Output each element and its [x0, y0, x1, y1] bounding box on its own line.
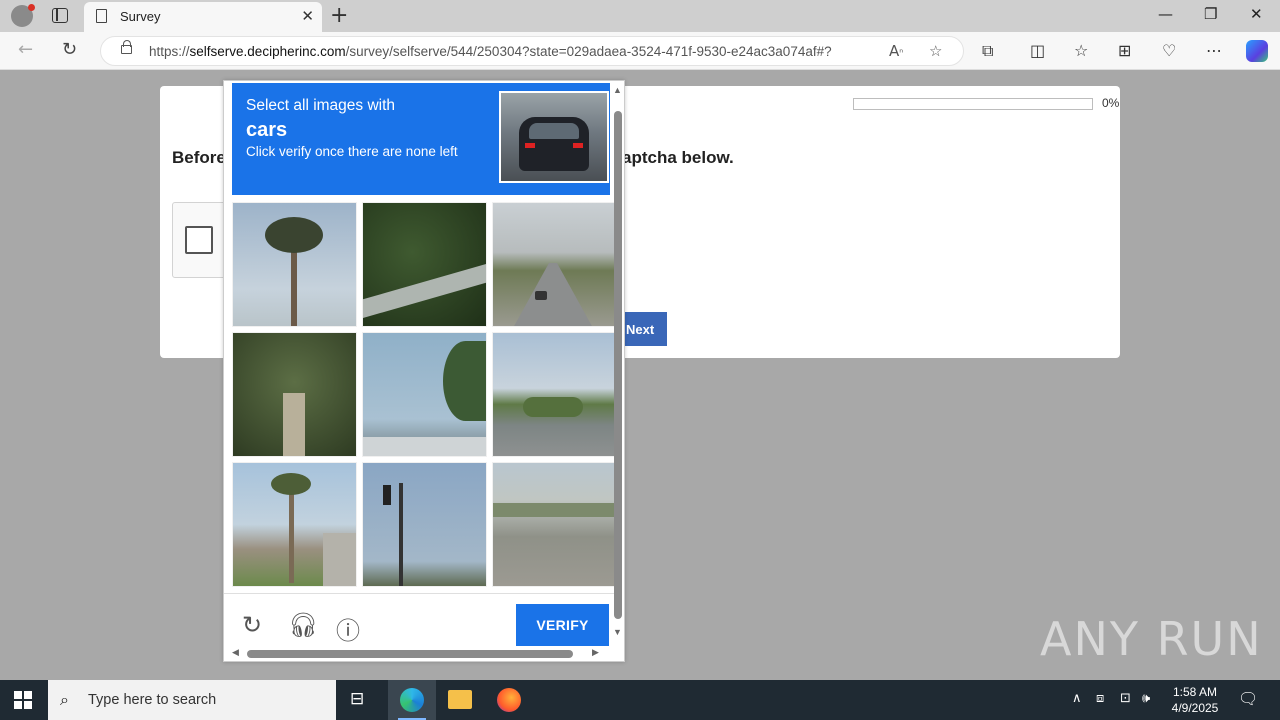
- road: [513, 263, 593, 326]
- captcha-tile[interactable]: [232, 202, 357, 327]
- captcha-target-word: cars: [246, 119, 288, 141]
- search-placeholder: Type here to search: [88, 692, 217, 708]
- vertical-scroll-thumb[interactable]: [614, 111, 622, 619]
- taskbar-search[interactable]: ⌕ Type here to search: [48, 680, 336, 720]
- firefox-icon[interactable]: [497, 688, 521, 712]
- sidewalk: [323, 533, 356, 586]
- question-text-end: aptcha below.: [622, 148, 734, 167]
- tab-title: Survey: [120, 9, 161, 24]
- search-icon: ⌕: [60, 690, 69, 709]
- browser-toolbar: ← ↻ https://selfserve.decipherinc.com/su…: [0, 32, 1280, 70]
- close-tab-icon[interactable]: ✕: [301, 7, 314, 25]
- split-screen-icon[interactable]: ◫: [1030, 41, 1045, 60]
- captcha-tile[interactable]: [232, 332, 357, 457]
- sample-car-taillight: [573, 143, 583, 148]
- notification-dot: [28, 4, 35, 11]
- captcha-footer-divider: [224, 593, 614, 594]
- traffic-light: [383, 485, 391, 505]
- restore-icon[interactable]: ❐: [1204, 5, 1217, 23]
- palm-trunk: [289, 483, 294, 583]
- reload-icon[interactable]: ↻: [242, 611, 262, 639]
- captcha-image-grid: [232, 202, 617, 589]
- captcha-sample-image: [499, 91, 609, 183]
- roof: [363, 437, 486, 456]
- taskbar-clock[interactable]: 1:58 AM 4/9/2025: [1168, 684, 1222, 716]
- page-icon: [96, 9, 107, 23]
- new-tab-icon[interactable]: +: [330, 3, 348, 28]
- captcha-tile[interactable]: [362, 462, 487, 587]
- audio-challenge-icon[interactable]: 🎧︎: [288, 611, 318, 639]
- captcha-tile[interactable]: [492, 202, 617, 327]
- window-close-icon[interactable]: ✕: [1250, 5, 1263, 23]
- captcha-tile[interactable]: [232, 462, 357, 587]
- tray-chevron-icon[interactable]: ∧: [1072, 691, 1082, 706]
- windows-start-icon[interactable]: [14, 691, 32, 709]
- clock-date: 4/9/2025: [1171, 701, 1219, 715]
- taskbar: ⌕ Type here to search ⊟ ∧ ⧈ ⊡ 🕪︎ 1:58 AM…: [0, 680, 1280, 720]
- scroll-up-arrow-icon[interactable]: ▲: [613, 85, 622, 95]
- back-icon[interactable]: ←: [18, 39, 33, 60]
- captcha-tile[interactable]: [362, 332, 487, 457]
- tab-bar: Survey ✕ + — ❐ ✕: [0, 0, 1280, 32]
- tab-survey[interactable]: Survey ✕: [84, 2, 322, 32]
- info-icon[interactable]: ⓘ: [336, 611, 360, 646]
- verify-button[interactable]: VERIFY: [516, 604, 609, 646]
- railing: [363, 260, 486, 320]
- captcha-subinstruction: Click verify once there are none left: [246, 144, 458, 159]
- volume-icon[interactable]: 🕪︎: [1142, 691, 1150, 706]
- tab-actions-icon[interactable]: [52, 8, 68, 23]
- notifications-icon[interactable]: 🗨︎: [1238, 689, 1258, 708]
- palm-fronds: [271, 473, 311, 495]
- scroll-right-arrow-icon[interactable]: ▶: [592, 647, 599, 658]
- sample-car-taillight: [525, 143, 535, 148]
- anyrun-watermark: ANY RUN: [1040, 612, 1263, 666]
- extensions-icon[interactable]: ⧉: [982, 41, 993, 61]
- copilot-icon[interactable]: [1246, 40, 1268, 62]
- scroll-left-arrow-icon[interactable]: ◀: [232, 647, 239, 658]
- pillar: [283, 393, 305, 456]
- captcha-tile[interactable]: [492, 332, 617, 457]
- lock-icon[interactable]: [121, 40, 132, 54]
- horizontal-scrollbar[interactable]: ◀ ▶: [230, 647, 610, 659]
- horizontal-scroll-thumb[interactable]: [247, 650, 573, 658]
- minimize-icon[interactable]: —: [1158, 5, 1173, 23]
- captcha-challenge: Select all images with cars Click verify…: [223, 80, 625, 662]
- address-bar[interactable]: https://selfserve.decipherinc.com/survey…: [100, 36, 964, 66]
- captcha-tile[interactable]: [362, 202, 487, 327]
- question-text-start: Before: [172, 148, 226, 167]
- url-text[interactable]: https://selfserve.decipherinc.com/survey…: [149, 44, 832, 59]
- file-explorer-icon[interactable]: [448, 690, 472, 709]
- vertical-scrollbar[interactable]: ▲ ▼: [612, 85, 624, 645]
- collections-icon[interactable]: ⊞: [1118, 41, 1131, 60]
- palm-leaves: [443, 341, 486, 421]
- captcha-header: Select all images with cars Click verify…: [232, 83, 610, 195]
- edge-icon: [400, 688, 424, 712]
- recaptcha-checkbox[interactable]: [185, 226, 213, 254]
- recaptcha-anchor[interactable]: [172, 202, 228, 278]
- refresh-icon[interactable]: ↻: [62, 39, 77, 60]
- clock-time: 1:58 AM: [1172, 685, 1218, 699]
- car: [535, 291, 547, 300]
- meet-now-icon[interactable]: ⧈: [1096, 691, 1104, 706]
- network-icon[interactable]: ⊡: [1120, 691, 1131, 706]
- tree-line: [523, 397, 583, 417]
- sample-car-window: [529, 123, 579, 139]
- more-options-icon[interactable]: ⋯: [1206, 41, 1222, 60]
- captcha-tile[interactable]: [492, 462, 617, 587]
- palm-fronds: [265, 217, 323, 253]
- edge-taskbar-button[interactable]: [388, 680, 436, 720]
- traffic-light-pole: [399, 483, 403, 586]
- task-view-icon[interactable]: ⊟: [350, 689, 364, 709]
- read-aloud-icon[interactable]: Aⁿ: [889, 42, 903, 60]
- progress-bar: [853, 98, 1093, 110]
- progress-label: 0%: [1102, 96, 1120, 110]
- scroll-down-arrow-icon[interactable]: ▼: [613, 627, 622, 637]
- favorites-icon[interactable]: ☆: [1074, 41, 1088, 60]
- bridge-rail: [493, 503, 616, 517]
- favorite-star-icon[interactable]: ☆: [929, 42, 942, 60]
- browser-essentials-icon[interactable]: ♡: [1162, 41, 1176, 60]
- captcha-instruction: Select all images with: [246, 97, 396, 114]
